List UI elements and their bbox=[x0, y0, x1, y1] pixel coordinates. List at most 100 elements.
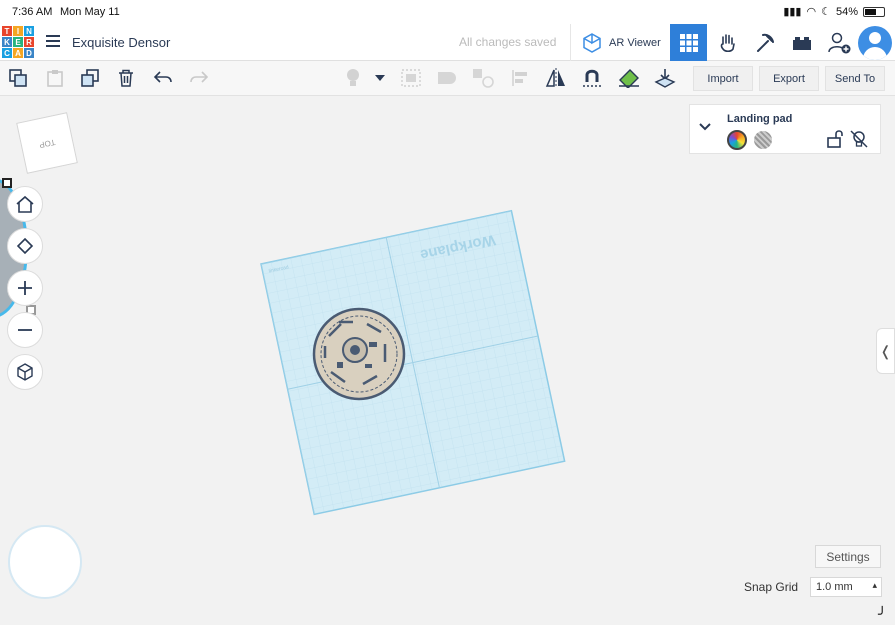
lego-button[interactable] bbox=[783, 24, 820, 61]
grid-view-button[interactable] bbox=[670, 24, 707, 61]
send-to-button[interactable]: Send To bbox=[825, 66, 885, 91]
status-indicators: ▮▮▮ ◠ ☾ 54% bbox=[783, 5, 885, 18]
undo-icon bbox=[153, 71, 172, 83]
logo-letter: T bbox=[2, 26, 12, 36]
pickaxe-icon bbox=[756, 33, 774, 52]
view-cube-label: TOP bbox=[38, 136, 56, 150]
edit-toolbar: Import Export Send To bbox=[0, 61, 895, 96]
tinkercad-logo[interactable]: T I N K E R C A D bbox=[2, 26, 34, 58]
chevron-left-icon: ❬ bbox=[879, 342, 892, 359]
export-button[interactable]: Export bbox=[759, 66, 819, 91]
signal-icon: ▮▮▮ bbox=[783, 6, 802, 18]
ar-viewer-button[interactable]: AR Viewer bbox=[570, 24, 668, 61]
panel-expand-handle[interactable]: ❬ bbox=[876, 328, 895, 374]
ar-cube-icon bbox=[583, 32, 601, 53]
note-button[interactable] bbox=[340, 66, 366, 90]
ungroup-button[interactable] bbox=[470, 66, 496, 90]
settings-button[interactable]: Settings bbox=[815, 545, 881, 568]
duplicate-icon bbox=[81, 69, 99, 87]
redo-button[interactable] bbox=[186, 66, 212, 90]
grid-view-icon bbox=[679, 33, 698, 52]
battery-icon bbox=[863, 6, 885, 17]
resize-corner-icon: ╯ bbox=[878, 606, 887, 622]
logo-letter: A bbox=[13, 48, 23, 58]
bricks-mode-button[interactable] bbox=[746, 24, 783, 61]
shape-name: Landing pad bbox=[727, 113, 793, 125]
chevron-down-icon[interactable] bbox=[699, 123, 711, 131]
zoom-in-button[interactable] bbox=[7, 270, 43, 306]
mirror-button[interactable] bbox=[543, 66, 569, 90]
hide-light-icon[interactable] bbox=[850, 130, 868, 148]
invite-button[interactable] bbox=[820, 24, 857, 61]
avatar[interactable] bbox=[858, 26, 892, 60]
logo-letter: N bbox=[24, 26, 34, 36]
menu-icon[interactable] bbox=[46, 35, 60, 47]
logo-letter: K bbox=[2, 37, 12, 47]
ungroup-icon bbox=[473, 69, 494, 88]
group-icon bbox=[401, 69, 421, 87]
mirror-icon bbox=[545, 68, 565, 88]
undo-button[interactable] bbox=[150, 66, 176, 90]
redo-icon bbox=[190, 71, 209, 83]
save-status: All changes saved bbox=[459, 35, 557, 49]
shape-inspector-panel: Landing pad bbox=[689, 104, 881, 154]
blocks-button[interactable] bbox=[709, 24, 746, 61]
duplicate-button[interactable] bbox=[77, 66, 103, 90]
battery-text: 54% bbox=[835, 5, 858, 18]
minus-icon bbox=[18, 329, 32, 331]
union-button[interactable] bbox=[434, 66, 460, 90]
dropdown-icon bbox=[375, 75, 385, 81]
workplane-drop-icon bbox=[654, 69, 676, 88]
import-button[interactable]: Import bbox=[693, 66, 753, 91]
ruler-icon bbox=[619, 69, 639, 88]
design-name[interactable]: Exquisite Densor bbox=[72, 35, 170, 50]
copy-button[interactable] bbox=[5, 66, 31, 90]
ruler-button[interactable] bbox=[616, 66, 642, 90]
plus-icon bbox=[18, 281, 32, 295]
projection-button[interactable] bbox=[7, 354, 43, 390]
home-view-button[interactable] bbox=[7, 186, 43, 222]
light-icon bbox=[347, 69, 359, 86]
align-button[interactable] bbox=[508, 66, 534, 90]
zoom-out-button[interactable] bbox=[7, 312, 43, 348]
view-orbit-control[interactable] bbox=[8, 525, 82, 599]
landing-pad-shape[interactable] bbox=[312, 307, 406, 401]
union-icon bbox=[438, 72, 456, 84]
wifi-icon: ◠ bbox=[806, 6, 817, 18]
workplane[interactable]: Workplane tinkercad bbox=[247, 190, 627, 570]
note-dropdown[interactable] bbox=[370, 66, 390, 90]
delete-icon bbox=[119, 69, 133, 87]
logo-letter: D bbox=[24, 48, 34, 58]
logo-letter: I bbox=[13, 26, 23, 36]
top-bar: T I N K E R C A D Exquisite Densor All c… bbox=[0, 24, 895, 61]
align-icon bbox=[512, 70, 527, 86]
add-user-icon bbox=[827, 32, 850, 53]
workplane-graphic: Workplane tinkercad bbox=[260, 209, 566, 516]
status-bar: 7:36 AM Mon May 11 ▮▮▮ ◠ ☾ 54% bbox=[0, 0, 895, 24]
moon-icon: ☾ bbox=[821, 6, 831, 18]
home-icon bbox=[16, 195, 34, 213]
fit-icon bbox=[16, 237, 34, 255]
color-swatch[interactable] bbox=[727, 130, 747, 150]
drop-button[interactable] bbox=[652, 66, 678, 90]
paste-button[interactable] bbox=[42, 66, 68, 90]
cube-icon bbox=[17, 363, 33, 381]
hand-icon bbox=[720, 33, 735, 52]
cruise-button[interactable] bbox=[579, 66, 605, 90]
view-cube[interactable]: TOP bbox=[16, 112, 78, 174]
snap-grid-select[interactable]: 1.0 mm bbox=[810, 577, 882, 597]
ar-viewer-label: AR Viewer bbox=[609, 36, 661, 49]
resize-handle[interactable] bbox=[2, 178, 12, 188]
hole-swatch[interactable] bbox=[754, 131, 772, 149]
status-time: 7:36 AM bbox=[12, 6, 53, 18]
logo-letter: C bbox=[2, 48, 12, 58]
fit-view-button[interactable] bbox=[7, 228, 43, 264]
snap-grid-label: Snap Grid bbox=[744, 580, 799, 594]
copy-icon bbox=[9, 69, 27, 87]
unlock-icon[interactable] bbox=[826, 129, 844, 149]
delete-button[interactable] bbox=[113, 66, 139, 90]
magnet-icon bbox=[583, 69, 601, 87]
bricks-icon bbox=[792, 36, 811, 50]
logo-letter: E bbox=[13, 37, 23, 47]
group-button[interactable] bbox=[398, 66, 424, 90]
